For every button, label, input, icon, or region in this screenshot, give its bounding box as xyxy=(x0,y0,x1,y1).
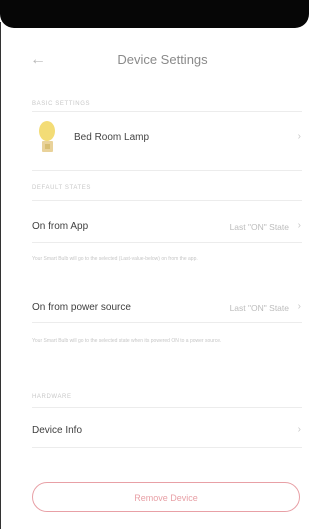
device-settings-screen: ← Device Settings BASIC SETTINGS Bed Roo… xyxy=(18,28,307,529)
frame-edge xyxy=(0,22,1,529)
on-from-power-description: Your Smart Bulb will go to the selected … xyxy=(32,338,222,344)
on-from-app-description: Your Smart Bulb will go to the selected … xyxy=(32,256,198,262)
on-from-power-value: Last "ON" State xyxy=(229,303,289,313)
section-header-hardware: HARDWARE xyxy=(32,394,72,400)
on-from-power-label: On from power source xyxy=(32,302,131,313)
chevron-right-icon: › xyxy=(297,131,301,142)
divider xyxy=(32,111,302,112)
divider xyxy=(32,170,302,171)
chevron-right-icon: › xyxy=(297,301,301,312)
divider xyxy=(32,407,302,408)
section-header-default-states: DEFAULT STATES xyxy=(32,185,91,191)
section-header-basic: BASIC SETTINGS xyxy=(32,101,91,107)
divider xyxy=(32,200,302,201)
status-bar xyxy=(0,0,309,28)
device-info-label: Device Info xyxy=(32,425,83,436)
lamp-icon xyxy=(39,121,55,152)
chevron-right-icon: › xyxy=(297,424,301,435)
remove-device-button[interactable]: Remove Device xyxy=(32,482,300,512)
device-name: Bed Room Lamp xyxy=(74,132,150,143)
page-title: Device Settings xyxy=(117,52,208,67)
divider xyxy=(32,322,302,323)
divider xyxy=(32,242,302,243)
divider xyxy=(32,447,302,448)
phone-frame: ← Device Settings BASIC SETTINGS Bed Roo… xyxy=(0,0,309,529)
on-from-app-value: Last "ON" State xyxy=(229,222,289,232)
chevron-right-icon: › xyxy=(297,220,301,231)
on-from-app-label: On from App xyxy=(32,221,89,232)
